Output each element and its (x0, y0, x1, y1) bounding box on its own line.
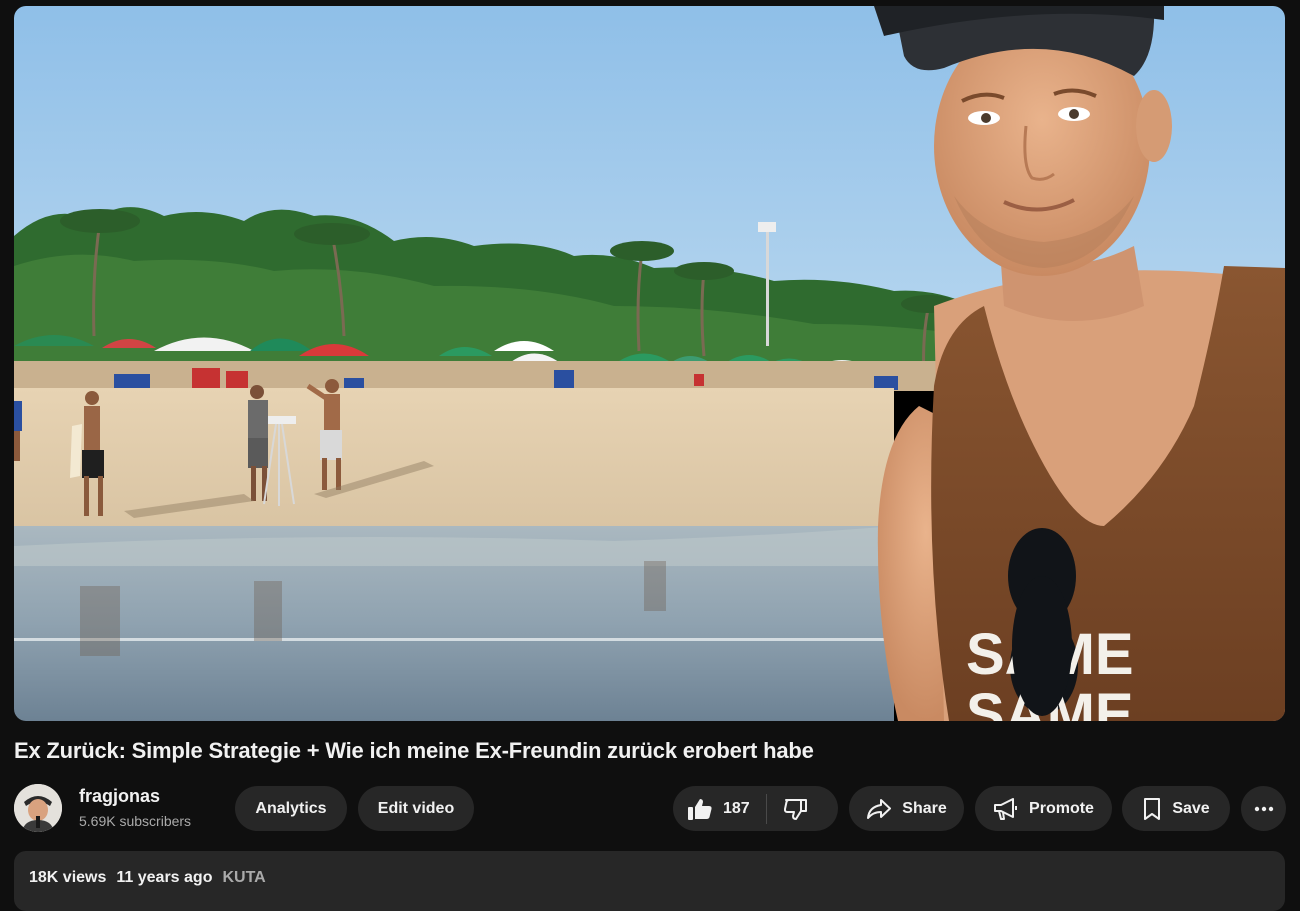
video-frame: SAME SAME (14, 6, 1285, 721)
channel-name[interactable]: fragjonas (79, 786, 160, 807)
bookmark-icon (1142, 797, 1162, 821)
video-title: Ex Zurück: Simple Strategie + Wie ich me… (14, 738, 814, 763)
share-arrow-icon (866, 798, 892, 820)
share-button[interactable]: Share (849, 786, 964, 831)
like-dislike-group: 187 (673, 786, 838, 831)
location-link[interactable]: KUTA (222, 869, 265, 886)
more-dots-icon (1254, 806, 1274, 812)
edit-video-button[interactable]: Edit video (358, 786, 474, 831)
edit-video-label: Edit video (377, 799, 455, 817)
view-count: 18K views (29, 869, 107, 886)
more-actions-button[interactable] (1241, 786, 1286, 831)
save-button[interactable]: Save (1122, 786, 1230, 831)
dislike-button[interactable] (767, 797, 809, 821)
upload-age: 11 years ago (116, 869, 213, 886)
megaphone-icon (993, 797, 1019, 821)
person-avatar-icon (14, 784, 62, 832)
analytics-label: Analytics (255, 799, 327, 817)
video-player[interactable]: SAME SAME (14, 6, 1285, 721)
description-meta: 18K views 11 years ago KUTA (29, 869, 266, 887)
promote-label: Promote (1029, 799, 1094, 817)
analytics-button[interactable]: Analytics (235, 786, 347, 831)
subscriber-count: 5.69K subscribers (79, 813, 192, 829)
like-count: 187 (723, 799, 750, 817)
thumbs-down-icon (783, 797, 809, 821)
share-label: Share (902, 799, 947, 817)
save-label: Save (1172, 799, 1210, 817)
like-button[interactable]: 187 (673, 793, 767, 824)
thumbs-up-icon (687, 797, 713, 821)
channel-avatar[interactable] (14, 784, 62, 832)
promote-button[interactable]: Promote (975, 786, 1112, 831)
